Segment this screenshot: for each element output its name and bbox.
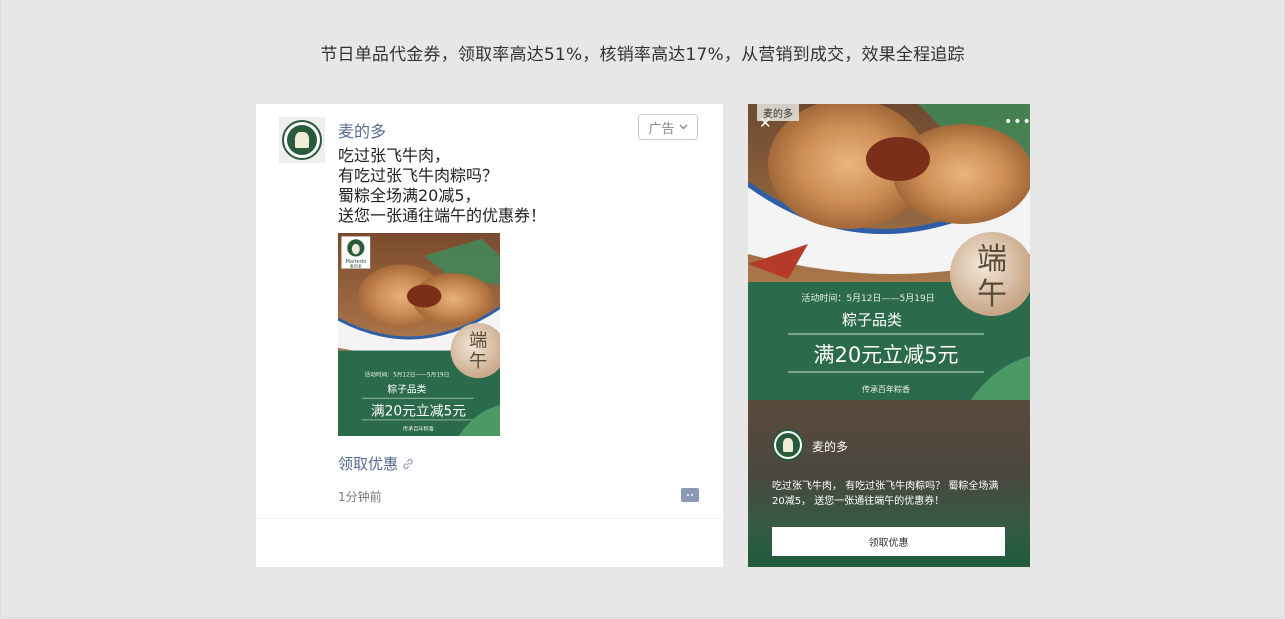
poster-image: 端 午 活动时间：5月12日——5月19日 粽子品类 满20元立减5元 传承百年… xyxy=(338,233,500,436)
ad-label-text: 广告 xyxy=(648,121,675,137)
more-icon[interactable]: ••• xyxy=(1004,114,1030,130)
story-activity-time: 活动时间：5月12日——5月19日 xyxy=(801,292,934,304)
poster-category: 粽子品类 xyxy=(387,382,426,395)
claim-offer-link[interactable]: 领取优惠 xyxy=(338,453,415,474)
ad-label-button[interactable]: 广告 xyxy=(638,114,698,140)
poster-offer: 满20元立减5元 xyxy=(371,403,466,419)
post-text: 吃过张飞牛肉， 有吃过张飞牛肉粽吗？ 蜀粽全场满20减5， 送您一张通往端午的优… xyxy=(338,146,546,226)
post-line: 送您一张通往端午的优惠券！ xyxy=(338,206,547,225)
claim-offer-button[interactable]: 领取优惠 xyxy=(772,527,1005,556)
divider xyxy=(256,518,723,519)
brand-logo-icon xyxy=(282,120,322,160)
story-account-name[interactable]: 麦的多 xyxy=(812,438,848,455)
poster-festival-char: 端 xyxy=(469,331,487,352)
post-time: 1分钟前 xyxy=(338,490,382,504)
link-icon xyxy=(403,458,413,469)
chevron-down-icon xyxy=(679,124,687,130)
story-category: 粽子品类 xyxy=(842,311,902,329)
poster-festival-char: 午 xyxy=(469,351,487,372)
ad-poster-thumbnail[interactable]: 端 午 活动时间：5月12日——5月19日 粽子品类 满20元立减5元 传承百年… xyxy=(338,233,500,436)
story-ad-card: 端 午 活动时间：5月12日——5月19日 粽子品类 满20元立减5元 传承百年… xyxy=(748,104,1030,567)
poster-logo-sub: 麦的多 xyxy=(350,262,362,268)
story-avatar[interactable] xyxy=(772,429,804,461)
story-festival-char: 端 xyxy=(977,242,1007,277)
account-name[interactable]: 麦的多 xyxy=(338,118,386,142)
story-ad-text: 吃过张飞牛肉， 有吃过张飞牛肉粽吗？ 蜀粽全场满20减5， 送您一张通往端午的优… xyxy=(772,481,999,507)
story-poster-image: 端 午 活动时间：5月12日——5月19日 粽子品类 满20元立减5元 传承百年… xyxy=(748,104,1030,404)
page-headline: 节日单品代金券，领取率高达51%，核销率高达17%，从营销到成交，效果全程追踪 xyxy=(320,45,965,65)
comment-icon[interactable] xyxy=(681,488,699,502)
story-festival-char: 午 xyxy=(977,277,1007,312)
post-line: 蜀粽全场满20减5， xyxy=(338,186,481,205)
post-line: 有吃过张飞牛肉粽吗？ xyxy=(338,166,499,185)
story-offer: 满20元立减5元 xyxy=(813,343,958,367)
avatar[interactable] xyxy=(279,117,325,163)
claim-offer-label: 领取优惠 xyxy=(338,455,399,473)
brand-logo-icon xyxy=(772,429,804,461)
moments-ad-card: 麦的多 广告 吃过张飞牛肉， 有吃过张飞牛肉粽吗？ 蜀粽全场满20减5， 送您一… xyxy=(256,104,723,567)
story-slogan: 传承百年粽香 xyxy=(862,384,910,394)
close-icon[interactable]: ✕ xyxy=(759,114,772,132)
post-line: 吃过张飞牛肉， xyxy=(338,146,451,165)
